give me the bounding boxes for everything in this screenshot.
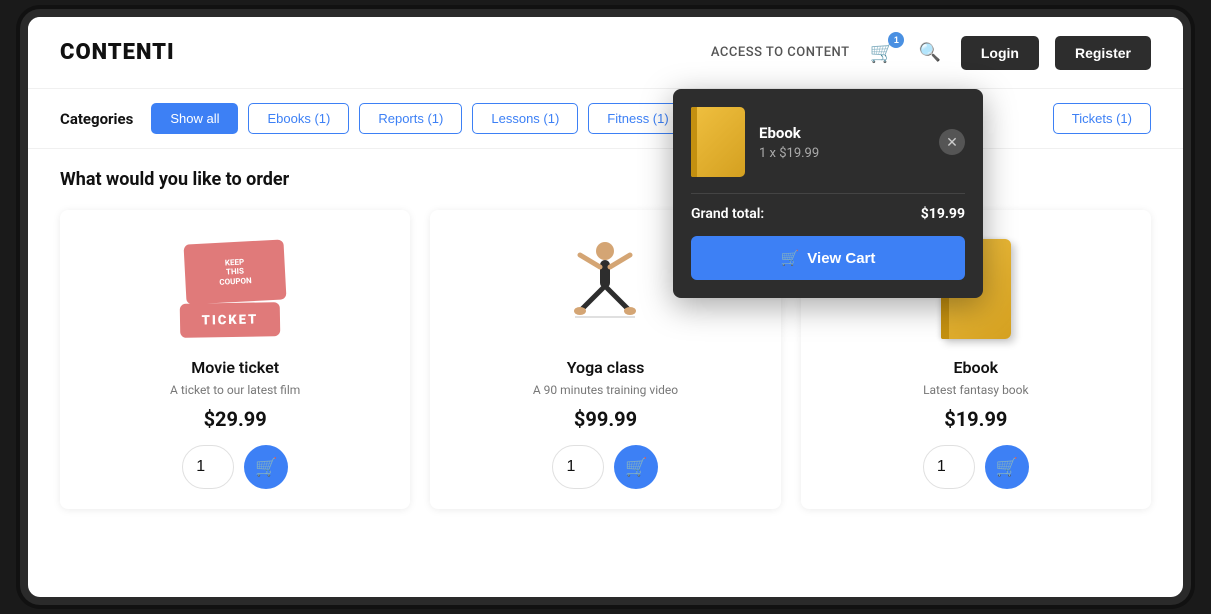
qty-input-ebook[interactable] bbox=[923, 445, 975, 489]
category-tickets[interactable]: Tickets (1) bbox=[1053, 103, 1151, 134]
qty-input-yoga-class[interactable] bbox=[552, 445, 604, 489]
add-to-cart-movie-ticket[interactable]: 🛒 bbox=[244, 445, 288, 489]
product-actions-yoga-class: 🛒 bbox=[552, 445, 658, 489]
section-title: What would you like to order bbox=[60, 169, 1151, 190]
qty-input-movie-ticket[interactable] bbox=[182, 445, 234, 489]
product-price-movie-ticket: $29.99 bbox=[204, 407, 267, 431]
category-reports[interactable]: Reports (1) bbox=[359, 103, 462, 134]
ticket-stub-text: KEEPTHISCOUPON bbox=[218, 256, 252, 286]
product-actions-movie-ticket: 🛒 bbox=[182, 445, 288, 489]
yoga-illustration bbox=[570, 239, 640, 339]
view-cart-label: View Cart bbox=[807, 250, 875, 267]
category-show-all[interactable]: Show all bbox=[151, 103, 238, 134]
cart-badge: 1 bbox=[888, 32, 904, 48]
product-image-yoga-class bbox=[570, 234, 640, 344]
product-name-movie-ticket: Movie ticket bbox=[191, 358, 279, 377]
cart-item-name: Ebook bbox=[759, 124, 925, 142]
cart-item-remove-button[interactable]: ✕ bbox=[939, 129, 965, 155]
cart-grand-total-value: $19.99 bbox=[921, 206, 965, 222]
product-desc-movie-ticket: A ticket to our latest film bbox=[170, 383, 300, 397]
cart-item-qty-price: 1 x $19.99 bbox=[759, 146, 925, 161]
register-button[interactable]: Register bbox=[1055, 36, 1151, 70]
cart-item-thumbnail bbox=[691, 107, 745, 177]
product-card-movie-ticket: KEEPTHISCOUPON TICKET Movie ticket A tic… bbox=[60, 210, 410, 509]
add-to-cart-yoga-class[interactable]: 🛒 bbox=[614, 445, 658, 489]
add-to-cart-ebook[interactable]: 🛒 bbox=[985, 445, 1029, 489]
product-name-yoga-class: Yoga class bbox=[567, 358, 645, 377]
access-label: ACCESS TO CONTENT bbox=[711, 45, 850, 60]
cart-button[interactable]: 🛒 1 bbox=[866, 36, 899, 69]
view-cart-button[interactable]: 🛒 View Cart bbox=[691, 236, 965, 280]
product-actions-ebook: 🛒 bbox=[923, 445, 1029, 489]
main-content: What would you like to order KEEPTHISCOU… bbox=[28, 149, 1183, 529]
search-button[interactable]: 🔍 bbox=[914, 38, 944, 67]
category-lessons[interactable]: Lessons (1) bbox=[472, 103, 578, 134]
header: CONTENTI ACCESS TO CONTENT 🛒 1 🔍 Login R… bbox=[28, 17, 1183, 89]
ticket-illustration: KEEPTHISCOUPON TICKET bbox=[180, 242, 290, 337]
categories-label: Categories bbox=[60, 110, 133, 128]
product-image-movie-ticket: KEEPTHISCOUPON TICKET bbox=[180, 234, 290, 344]
cart-item: Ebook 1 x $19.99 ✕ bbox=[691, 107, 965, 177]
cart-divider bbox=[691, 193, 965, 194]
product-price-ebook: $19.99 bbox=[944, 407, 1007, 431]
login-button[interactable]: Login bbox=[961, 36, 1039, 70]
cart-total-row: Grand total: $19.99 bbox=[691, 206, 965, 222]
cart-item-thumb-spine bbox=[691, 107, 697, 177]
products-grid: KEEPTHISCOUPON TICKET Movie ticket A tic… bbox=[60, 210, 1151, 509]
logo: CONTENTI bbox=[60, 40, 175, 65]
product-price-yoga-class: $99.99 bbox=[574, 407, 637, 431]
product-desc-yoga-class: A 90 minutes training video bbox=[533, 383, 678, 397]
view-cart-icon: 🛒 bbox=[781, 249, 800, 267]
category-ebooks[interactable]: Ebooks (1) bbox=[248, 103, 349, 134]
product-name-ebook: Ebook bbox=[954, 358, 999, 377]
cart-item-info: Ebook 1 x $19.99 bbox=[759, 124, 925, 161]
cart-grand-total-label: Grand total: bbox=[691, 206, 764, 222]
product-desc-ebook: Latest fantasy book bbox=[923, 383, 1029, 397]
cart-dropdown: Ebook 1 x $19.99 ✕ Grand total: $19.99 🛒… bbox=[673, 89, 983, 298]
categories-bar: Categories Show all Ebooks (1) Reports (… bbox=[28, 89, 1183, 149]
ticket-main: TICKET bbox=[180, 302, 281, 338]
ticket-stub: KEEPTHISCOUPON bbox=[184, 239, 287, 304]
header-right: ACCESS TO CONTENT 🛒 1 🔍 Login Register bbox=[711, 36, 1151, 70]
app-screen: CONTENTI ACCESS TO CONTENT 🛒 1 🔍 Login R… bbox=[28, 17, 1183, 597]
ticket-main-text: TICKET bbox=[202, 312, 259, 328]
